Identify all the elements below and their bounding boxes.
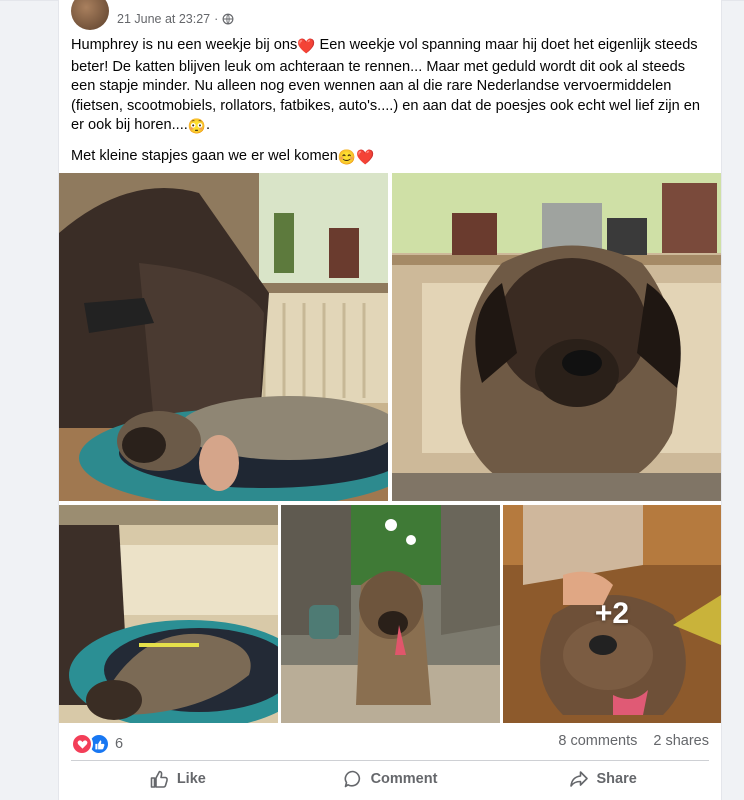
heart-emoji-2: ❤️	[356, 149, 375, 166]
more-photos-count[interactable]: +2	[503, 505, 721, 723]
globe-icon	[222, 13, 234, 25]
paragraph-1-end: .	[206, 117, 211, 133]
post-timestamp[interactable]: 21 June at 23:27	[117, 12, 210, 26]
flushed-emoji: 😳	[187, 119, 206, 135]
like-button[interactable]: Like	[71, 762, 284, 796]
post-paragraph-1: Humphrey is nu een weekje bij ons❤️ Een …	[71, 36, 711, 138]
comment-button[interactable]: Comment	[284, 762, 497, 796]
post-paragraph-2: Met kleine stapjes gaan we er wel komen😊…	[71, 147, 711, 169]
meta-separator: ·	[214, 12, 219, 26]
comments-count[interactable]: 8 comments	[558, 733, 637, 749]
post-stats: 6 8 comments 2 shares	[71, 733, 709, 755]
post-text: Humphrey is nu een weekje bij ons❤️ Een …	[71, 36, 711, 177]
thumbs-up-icon	[150, 770, 168, 788]
post-card: 21 June at 23:27 · Humphrey is nu een we…	[58, 0, 722, 800]
share-button[interactable]: Share	[496, 762, 709, 796]
share-label: Share	[596, 771, 637, 787]
shares-count[interactable]: 2 shares	[653, 733, 709, 749]
reaction-count: 6	[115, 736, 124, 752]
photo-dog-closeup[interactable]	[392, 173, 721, 501]
photo-grid: +2	[59, 173, 721, 723]
post-meta: 21 June at 23:27 ·	[117, 12, 234, 26]
love-reaction-icon	[71, 733, 93, 755]
actions-divider	[71, 760, 709, 761]
like-label: Like	[176, 771, 206, 787]
photo-dog-sleeping[interactable]	[59, 505, 278, 723]
photo-dog-in-garden[interactable]	[281, 505, 500, 723]
smile-emoji: 😊	[337, 149, 357, 166]
avatar[interactable]	[71, 0, 109, 30]
photo-dog-lying-on-bed[interactable]	[59, 173, 388, 501]
paragraph-2-text: Met kleine stapjes gaan we er wel komen	[71, 147, 338, 164]
heart-emoji: ❤️	[297, 39, 316, 55]
comment-label: Comment	[370, 771, 438, 787]
share-arrow-icon	[569, 771, 588, 787]
comment-icon	[344, 770, 360, 788]
reactions-summary[interactable]: 6	[71, 733, 123, 755]
photo-dog-petted[interactable]: +2	[503, 505, 721, 723]
post-actions: Like Comment Share	[71, 762, 709, 796]
paragraph-1-intro: Humphrey is nu een weekje bij ons	[71, 37, 298, 53]
